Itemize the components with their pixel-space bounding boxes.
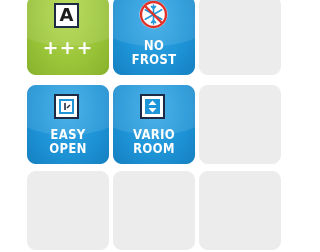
no-frost-label: NO FROST: [113, 40, 195, 68]
no-frost-snowflake-icon: [139, 0, 168, 29]
energy-class-suffix: +++: [42, 37, 94, 59]
easy-open-door-icon: [54, 94, 79, 119]
feature-tile-no-frost[interactable]: NO FROST: [113, 0, 195, 75]
easy-open-label-line2: OPEN: [49, 142, 87, 157]
empty-tile: [199, 85, 281, 164]
vario-room-label: VARIO ROOM: [113, 129, 195, 157]
easy-open-label: EASY OPEN: [27, 129, 109, 157]
vario-room-label-line2: ROOM: [133, 142, 175, 157]
feature-tile-energy-class[interactable]: A +++: [27, 0, 109, 75]
empty-tile: [113, 171, 195, 250]
feature-tile-vario-room[interactable]: VARIO ROOM: [113, 85, 195, 164]
no-frost-label-line1: NO: [143, 39, 165, 54]
empty-tile: [27, 171, 109, 250]
vario-room-label-line1: VARIO: [132, 128, 176, 143]
energy-class-letter: A: [59, 4, 74, 26]
easy-open-label-line1: EASY: [50, 128, 86, 143]
empty-tile: [199, 0, 281, 75]
vario-room-arrows-icon: [140, 94, 165, 119]
no-frost-label-line2: FROST: [131, 53, 177, 68]
energy-label-icon: A: [54, 3, 79, 28]
empty-tile: [199, 171, 281, 250]
feature-tile-easy-open[interactable]: EASY OPEN: [27, 85, 109, 164]
